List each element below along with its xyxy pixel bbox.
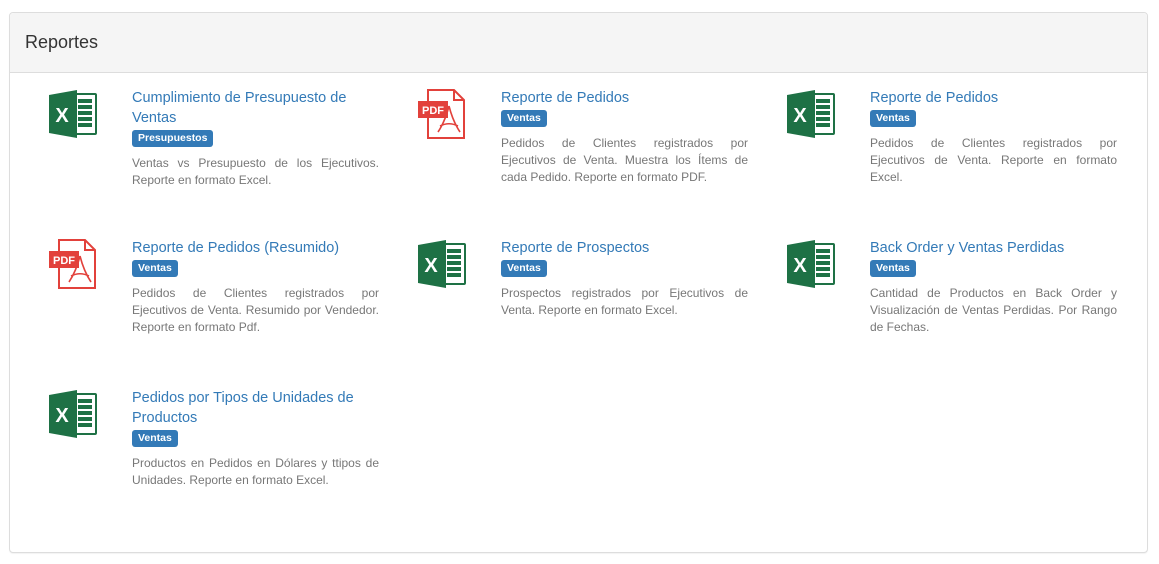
report-description: Pedidos de Clientes registrados por Ejec… xyxy=(132,286,379,334)
excel-icon-label: X xyxy=(793,255,807,277)
report-title-link[interactable]: Reporte de Pedidos xyxy=(870,88,1117,108)
report-title-link[interactable]: Reporte de Pedidos xyxy=(501,88,748,108)
panel-heading: Reportes xyxy=(10,13,1147,73)
report-title-link[interactable]: Reporte de Pedidos (Resumido) xyxy=(132,238,379,258)
pdf-icon-label: PDF xyxy=(53,255,75,267)
category-badge: Ventas xyxy=(132,260,178,277)
category-badge: Ventas xyxy=(870,110,916,127)
excel-icon[interactable]: X xyxy=(416,238,468,290)
excel-icon-label: X xyxy=(793,105,807,127)
pdf-icon[interactable]: PDF xyxy=(416,88,468,140)
excel-icon[interactable]: X xyxy=(785,238,837,290)
category-badge: Ventas xyxy=(501,110,547,127)
pdf-icon-label: PDF xyxy=(422,105,444,117)
pdf-icon[interactable]: PDF xyxy=(47,238,99,290)
report-description: Ventas vs Presupuesto de los Ejecutivos.… xyxy=(132,156,379,187)
report-title-link[interactable]: Reporte de Prospectos xyxy=(501,238,748,258)
category-badge: Ventas xyxy=(870,260,916,277)
category-badge: Ventas xyxy=(132,430,178,447)
panel-title: Reportes xyxy=(25,32,99,52)
category-badge: Ventas xyxy=(501,260,547,277)
reports-panel: Reportes X Cumplimiento de Presupuesto d… xyxy=(9,12,1148,553)
excel-icon-label: X xyxy=(55,105,69,127)
excel-icon[interactable]: X xyxy=(47,88,99,140)
excel-icon-label: X xyxy=(424,255,438,277)
excel-icon-label: X xyxy=(55,405,69,427)
excel-icon[interactable]: X xyxy=(785,88,837,140)
report-description: Prospectos registrados por Ejecutivos de… xyxy=(501,286,748,317)
report-title-link[interactable]: Back Order y Ventas Perdidas xyxy=(870,238,1117,258)
report-title-link[interactable]: Pedidos por Tipos de Unidades de Product… xyxy=(132,388,379,428)
category-badge: Presupuestos xyxy=(132,130,214,147)
report-description: Cantidad de Productos en Back Order y Vi… xyxy=(870,286,1117,334)
report-description: Pedidos de Clientes registrados por Ejec… xyxy=(870,136,1117,184)
report-description: Productos en Pedidos en Dólares y ttipos… xyxy=(132,456,379,487)
report-description: Pedidos de Clientes registrados por Ejec… xyxy=(501,136,748,184)
report-title-link[interactable]: Cumplimiento de Presupuesto de Ventas xyxy=(132,88,379,128)
excel-icon[interactable]: X xyxy=(47,388,99,440)
